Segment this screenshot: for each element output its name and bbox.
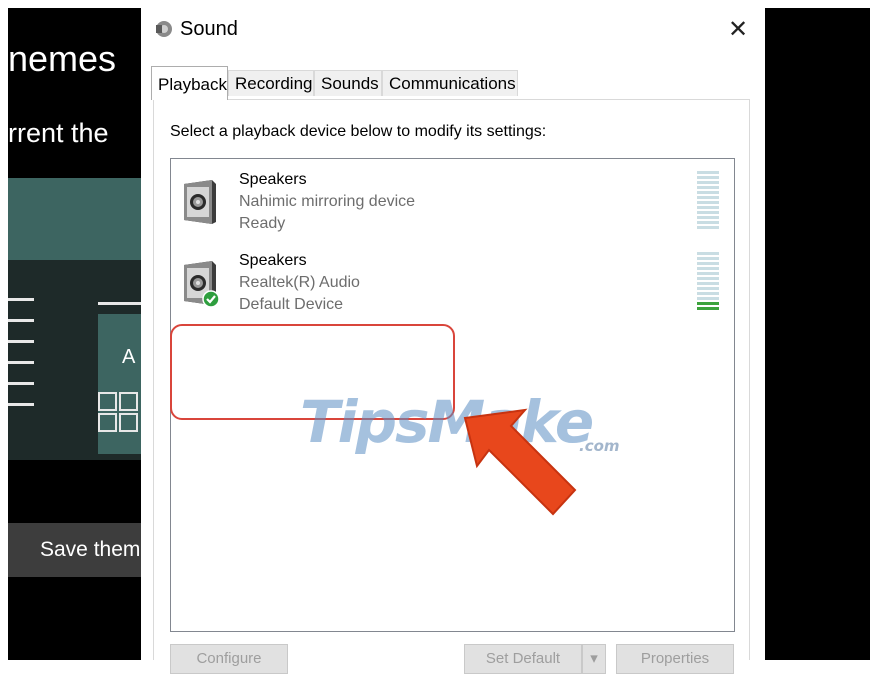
tab-sounds[interactable]: Sounds bbox=[314, 70, 382, 96]
title-bar[interactable]: Sound ✕ bbox=[141, 8, 765, 52]
device-name: Speakers bbox=[239, 252, 307, 269]
sound-dialog: Sound ✕ Playback Recording Sounds Commun… bbox=[141, 8, 765, 674]
dialog-title: Sound bbox=[180, 18, 238, 40]
close-button[interactable]: ✕ bbox=[721, 14, 755, 46]
background-settings-window: nemes rrent the A Save them bbox=[8, 8, 141, 660]
theme-preview-divider bbox=[98, 302, 141, 305]
watermark-logo: TipsMake bbox=[300, 388, 594, 456]
device-description: Nahimic mirroring device bbox=[239, 193, 416, 210]
windows-logo-icon bbox=[98, 392, 138, 432]
watermark-suffix: .com bbox=[579, 437, 620, 455]
theme-preview-letter: A bbox=[122, 346, 136, 368]
set-default-dropdown[interactable]: ▾ bbox=[582, 644, 606, 674]
volume-meter bbox=[697, 252, 719, 312]
tab-playback[interactable]: Playback bbox=[151, 66, 228, 100]
device-status: Default Device bbox=[239, 296, 344, 313]
set-default-button[interactable]: Set Default bbox=[464, 644, 582, 674]
theme-preview-lines bbox=[8, 298, 34, 424]
volume-meter bbox=[697, 171, 719, 231]
speaker-icon bbox=[184, 180, 216, 224]
device-item-realtek[interactable]: Speakers Realtek(R) Audio Default Device bbox=[171, 247, 734, 321]
configure-button[interactable]: Configure bbox=[170, 644, 288, 674]
device-name: Speakers bbox=[239, 171, 307, 188]
properties-button[interactable]: Properties bbox=[616, 644, 734, 674]
sound-icon bbox=[156, 21, 172, 37]
device-item-nahimic[interactable]: Speakers Nahimic mirroring device Ready bbox=[171, 166, 734, 240]
theme-preview: A bbox=[8, 178, 141, 460]
speaker-icon bbox=[184, 261, 220, 307]
current-theme-label: rrent the bbox=[8, 118, 109, 148]
themes-heading: nemes bbox=[8, 38, 117, 79]
theme-preview-tile bbox=[98, 314, 141, 454]
playback-panel: Select a playback device below to modify… bbox=[153, 99, 750, 660]
tab-recording[interactable]: Recording bbox=[228, 70, 314, 96]
save-theme-button[interactable]: Save them bbox=[8, 523, 141, 577]
tab-communications[interactable]: Communications bbox=[382, 70, 518, 96]
device-description: Realtek(R) Audio bbox=[239, 274, 360, 291]
theme-preview-band bbox=[8, 178, 141, 260]
device-status: Ready bbox=[239, 215, 286, 232]
instruction-text: Select a playback device below to modify… bbox=[170, 123, 547, 140]
right-background-panel bbox=[765, 8, 870, 660]
